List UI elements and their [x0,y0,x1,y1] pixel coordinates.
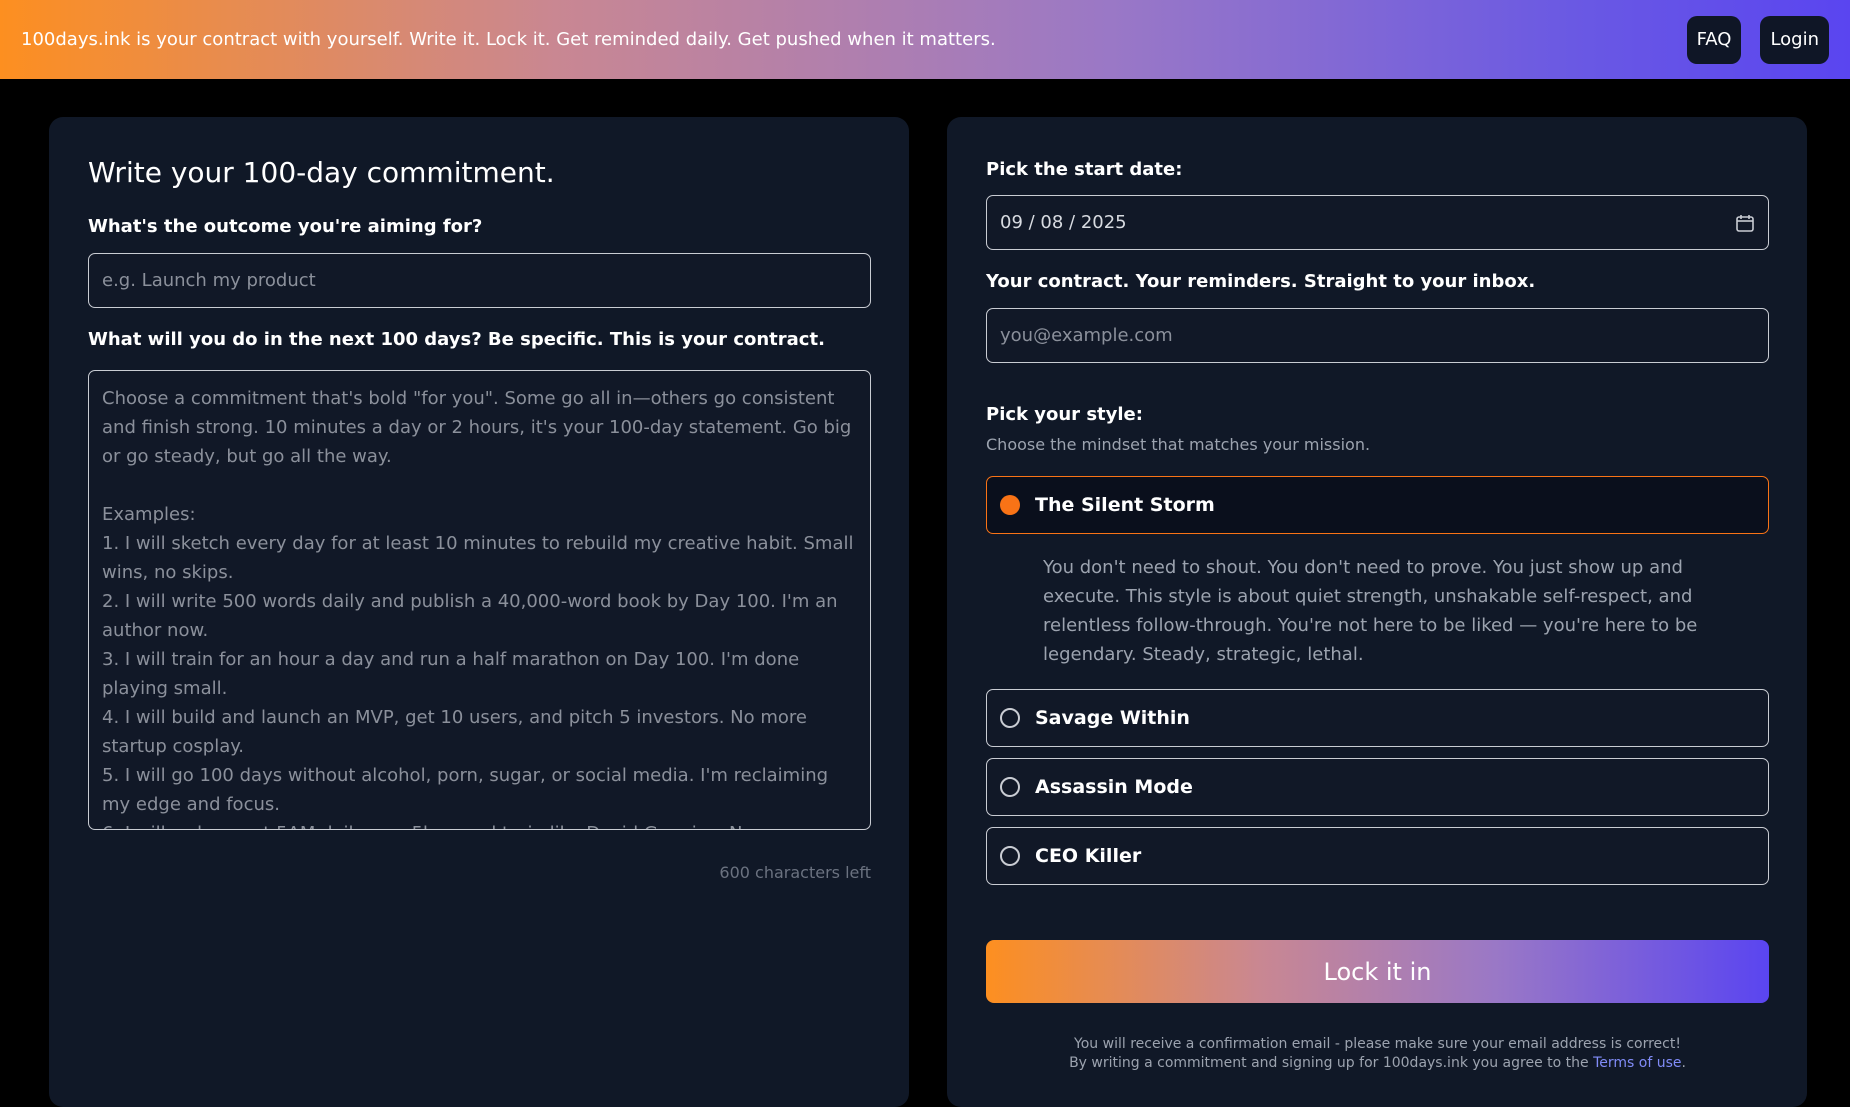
radio-empty-icon[interactable] [1000,846,1020,866]
lock-it-in-button[interactable]: Lock it in [986,940,1769,1003]
top-banner: 100days.ink is your contract with yourse… [0,0,1850,79]
email-placeholder: you@example.com [1000,325,1173,346]
login-button[interactable]: Login [1760,15,1829,64]
style-option-silent-storm[interactable]: The Silent Storm [986,476,1769,534]
calendar-icon[interactable] [1735,213,1755,233]
terms-note: By writing a commitment and signing up f… [986,1055,1769,1071]
email-label: Your contract. Your reminders. Straight … [986,271,1536,292]
settings-panel: Pick the start date: 09 / 08 / 2025 Your… [947,117,1807,1107]
commitment-textarea[interactable]: Choose a commitment that's bold "for you… [88,370,871,830]
style-label: Pick your style: [986,404,1143,425]
style-option-savage-within[interactable]: Savage Within [986,689,1769,747]
outcome-label: What's the outcome you're aiming for? [88,216,483,237]
style-option-label: Assassin Mode [1035,776,1193,798]
commitment-label: What will you do in the next 100 days? B… [88,329,825,350]
start-date-input[interactable]: 09 / 08 / 2025 [986,195,1769,250]
radio-empty-icon[interactable] [1000,708,1020,728]
email-input[interactable]: you@example.com [986,308,1769,363]
style-option-label: CEO Killer [1035,845,1142,867]
commitment-panel: Write your 100-day commitment. What's th… [49,117,909,1107]
style-option-assassin-mode[interactable]: Assassin Mode [986,758,1769,816]
outcome-input[interactable]: e.g. Launch my product [88,253,871,308]
radio-selected-icon[interactable] [1000,495,1020,515]
style-hint: Choose the mindset that matches your mis… [986,435,1371,454]
terms-suffix: . [1681,1055,1686,1071]
confirmation-note: You will receive a confirmation email - … [1074,1036,1681,1052]
terms-of-use-link[interactable]: Terms of use [1593,1055,1681,1071]
style-option-label: The Silent Storm [1035,494,1215,516]
radio-empty-icon[interactable] [1000,777,1020,797]
outcome-placeholder: e.g. Launch my product [102,270,316,291]
style-description: You don't need to shout. You don't need … [1043,557,1698,665]
character-counter: 600 characters left [719,863,871,882]
terms-prefix: By writing a commitment and signing up f… [1069,1055,1589,1071]
style-option-ceo-killer[interactable]: CEO Killer [986,827,1769,885]
page-title: Write your 100-day commitment. [88,156,555,189]
start-date-label: Pick the start date: [986,159,1183,180]
faq-button[interactable]: FAQ [1686,15,1742,64]
tagline: 100days.ink is your contract with yourse… [21,29,996,50]
start-date-value: 09 / 08 / 2025 [1000,212,1127,233]
style-option-label: Savage Within [1035,707,1190,729]
